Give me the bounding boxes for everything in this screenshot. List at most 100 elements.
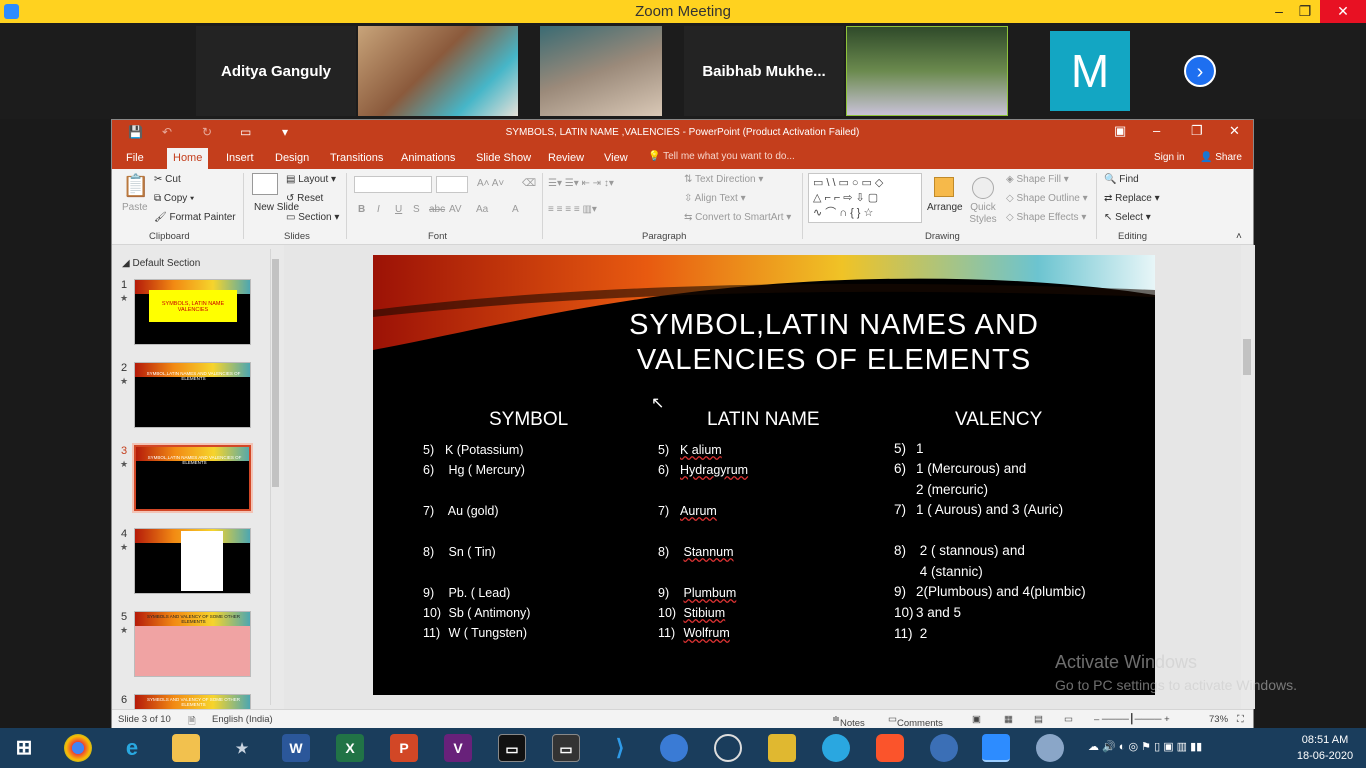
underline-button[interactable]: U	[395, 204, 402, 215]
tell-me-search[interactable]: 💡 Tell me what you want to do...	[648, 151, 795, 162]
chrome-icon[interactable]	[64, 734, 92, 762]
brave-icon[interactable]	[876, 734, 904, 762]
italic-button[interactable]: I	[377, 204, 380, 215]
tab-animations[interactable]: Animations	[395, 150, 461, 166]
maximize-button[interactable]: ❐	[1290, 0, 1320, 23]
arrange-button[interactable]: Arrange	[927, 202, 963, 213]
copy-button[interactable]: ⧉ Copy ▾	[154, 193, 194, 204]
ppt-maximize-button[interactable]: ❐	[1191, 123, 1203, 139]
thunderbird-icon[interactable]	[660, 734, 688, 762]
tab-view[interactable]: View	[598, 150, 634, 166]
align-text-button[interactable]: ⇳ Align Text ▾	[684, 193, 746, 204]
clear-formatting-icon[interactable]: ⌫	[522, 178, 536, 189]
zoom-slider[interactable]: – ────┃──── +	[1094, 714, 1170, 725]
tray-icons[interactable]: ☁ 🔊 ◐ ◎ ⚑ ▯ ▣ ▥ ▮▮	[1088, 740, 1202, 753]
participant-tile[interactable]: Aditya Ganguly	[196, 26, 356, 116]
cut-button[interactable]: ✂ Cut	[154, 174, 181, 185]
ribbon-display-options-icon[interactable]: ▣	[1114, 123, 1126, 139]
reset-button[interactable]: ↺ Reset	[286, 193, 323, 204]
notes-button[interactable]: ≐ Notes	[832, 714, 865, 729]
next-page-icon[interactable]: ›	[1184, 55, 1216, 87]
taskbar-clock[interactable]: 08:51 AM 18-06-2020	[1290, 732, 1360, 764]
app-icon[interactable]	[930, 734, 958, 762]
tab-home[interactable]: Home	[167, 148, 209, 169]
reading-view-icon[interactable]: ▤	[1034, 714, 1043, 725]
image-viewer-icon[interactable]	[768, 734, 796, 762]
close-button[interactable]: ✕	[1320, 0, 1366, 23]
quick-styles-icon[interactable]	[972, 177, 994, 199]
ie-icon[interactable]: e	[118, 734, 146, 762]
zoom-taskbar-icon[interactable]	[982, 734, 1010, 762]
slideshow-icon[interactable]: ▭	[1064, 714, 1073, 725]
vscode-icon[interactable]: ⟩	[606, 734, 634, 762]
font-color-button[interactable]: A	[512, 204, 519, 215]
obs-icon[interactable]	[714, 734, 742, 762]
ppt-close-button[interactable]: ✕	[1229, 123, 1240, 139]
slide-thumbnail-selected[interactable]: 3 ★ SYMBOL,LATIN NAMES AND VALENCIES OF …	[112, 443, 272, 515]
normal-view-icon[interactable]: ▣	[972, 714, 981, 725]
tab-file[interactable]: File	[120, 150, 150, 166]
shape-effects-button[interactable]: ◇ Shape Effects ▾	[1006, 212, 1086, 223]
paste-button[interactable]: Paste	[122, 202, 148, 213]
shape-outline-button[interactable]: ◇ Shape Outline ▾	[1006, 193, 1088, 204]
comments-button[interactable]: ▭ Comments	[888, 714, 943, 729]
shape-fill-button[interactable]: ◈ Shape Fill ▾	[1006, 174, 1069, 185]
slide-thumbnail[interactable]: 6 SYMBOLS AND VALENCY OF SOME OTHER ELEM…	[112, 694, 272, 709]
character-spacing-button[interactable]: AV	[449, 204, 462, 215]
store-icon[interactable]: ★	[228, 734, 256, 762]
participant-tile[interactable]: Baibhab Mukhe...	[684, 26, 844, 116]
new-slide-icon[interactable]	[252, 173, 278, 195]
select-button[interactable]: ↖ Select ▾	[1104, 212, 1151, 223]
grow-font-icon[interactable]: A˄ A˅	[477, 178, 504, 189]
arrange-icon[interactable]	[934, 177, 954, 197]
console-icon[interactable]: ▭	[552, 734, 580, 762]
shadow-button[interactable]: S	[413, 204, 420, 215]
section-button[interactable]: ▭ Section ▾	[286, 212, 339, 223]
slide-thumbnail[interactable]: 2 ★ SYMBOL,LATIN NAMES AND VALENCIES OF …	[112, 362, 272, 432]
paint-icon[interactable]	[1036, 734, 1064, 762]
thumbnail-scrollbar[interactable]	[270, 249, 280, 705]
format-painter-button[interactable]: 🖌 Format Painter	[154, 212, 236, 223]
sign-in-link[interactable]: Sign in	[1154, 152, 1185, 163]
current-slide[interactable]: SYMBOL,LATIN NAMES AND VALENCIES OF ELEM…	[373, 255, 1155, 695]
find-button[interactable]: 🔍 Find	[1104, 174, 1139, 185]
terminal-icon[interactable]: ▭	[498, 734, 526, 762]
section-header[interactable]: ◢ Default Section	[122, 258, 200, 269]
zoom-level[interactable]: 73%	[1209, 714, 1228, 725]
convert-smartart-button[interactable]: ⇆ Convert to SmartArt ▾	[684, 212, 791, 223]
language-indicator[interactable]: English (India)	[212, 714, 273, 725]
font-size-select[interactable]	[436, 176, 468, 193]
quick-styles-button[interactable]: Quick Styles	[968, 202, 998, 226]
slide-thumbnail[interactable]: 1 ★ SYMBOLS, LATIN NAME VALENCIES	[112, 279, 272, 349]
slide-sorter-icon[interactable]: ▦	[1004, 714, 1013, 725]
tab-design[interactable]: Design	[269, 150, 315, 166]
ppt-minimize-button[interactable]: –	[1153, 123, 1160, 138]
change-case-button[interactable]: Aa	[476, 204, 488, 215]
excel-icon[interactable]: X	[336, 734, 364, 762]
tab-review[interactable]: Review	[542, 150, 590, 166]
strikethrough-button[interactable]: abc	[429, 204, 445, 215]
share-button[interactable]: 👤 Share	[1200, 152, 1242, 163]
active-speaker-video[interactable]	[846, 26, 1008, 116]
tab-slide-show[interactable]: Slide Show	[470, 150, 537, 166]
slide-thumbnail[interactable]: 4 ★	[112, 528, 272, 598]
participant-video[interactable]	[358, 26, 518, 116]
tab-insert[interactable]: Insert	[220, 150, 260, 166]
participant-video[interactable]	[540, 26, 662, 116]
slide-thumbnail[interactable]: 5 ★ SYMBOLS AND VALENCY OF SOME OTHER EL…	[112, 611, 272, 681]
fit-slide-icon[interactable]: ⛶	[1237, 714, 1244, 725]
text-direction-button[interactable]: ⇅ Text Direction ▾	[684, 174, 763, 185]
layout-button[interactable]: ▤ Layout ▾	[286, 174, 336, 185]
align-icons[interactable]: ≡ ≡ ≡ ≡ ▥▾	[548, 204, 597, 215]
file-explorer-icon[interactable]	[172, 734, 200, 762]
bold-button[interactable]: B	[358, 204, 365, 215]
replace-button[interactable]: ⇄ Replace ▾	[1104, 193, 1160, 204]
start-icon[interactable]: ⊞	[10, 734, 38, 762]
paste-icon[interactable]: 📋	[122, 173, 149, 199]
shapes-gallery[interactable]: ▭\\▭○▭◇ △⌐⌐⇨⇩▢ ∿⌒∩{}☆	[808, 173, 922, 223]
participant-avatar[interactable]: M	[1050, 31, 1130, 111]
bullets-icon[interactable]: ☰▾ ☰▾ ⇤ ⇥ ↕▾	[548, 178, 614, 189]
app-icon[interactable]	[822, 734, 850, 762]
tab-transitions[interactable]: Transitions	[324, 150, 389, 166]
word-icon[interactable]: W	[282, 734, 310, 762]
